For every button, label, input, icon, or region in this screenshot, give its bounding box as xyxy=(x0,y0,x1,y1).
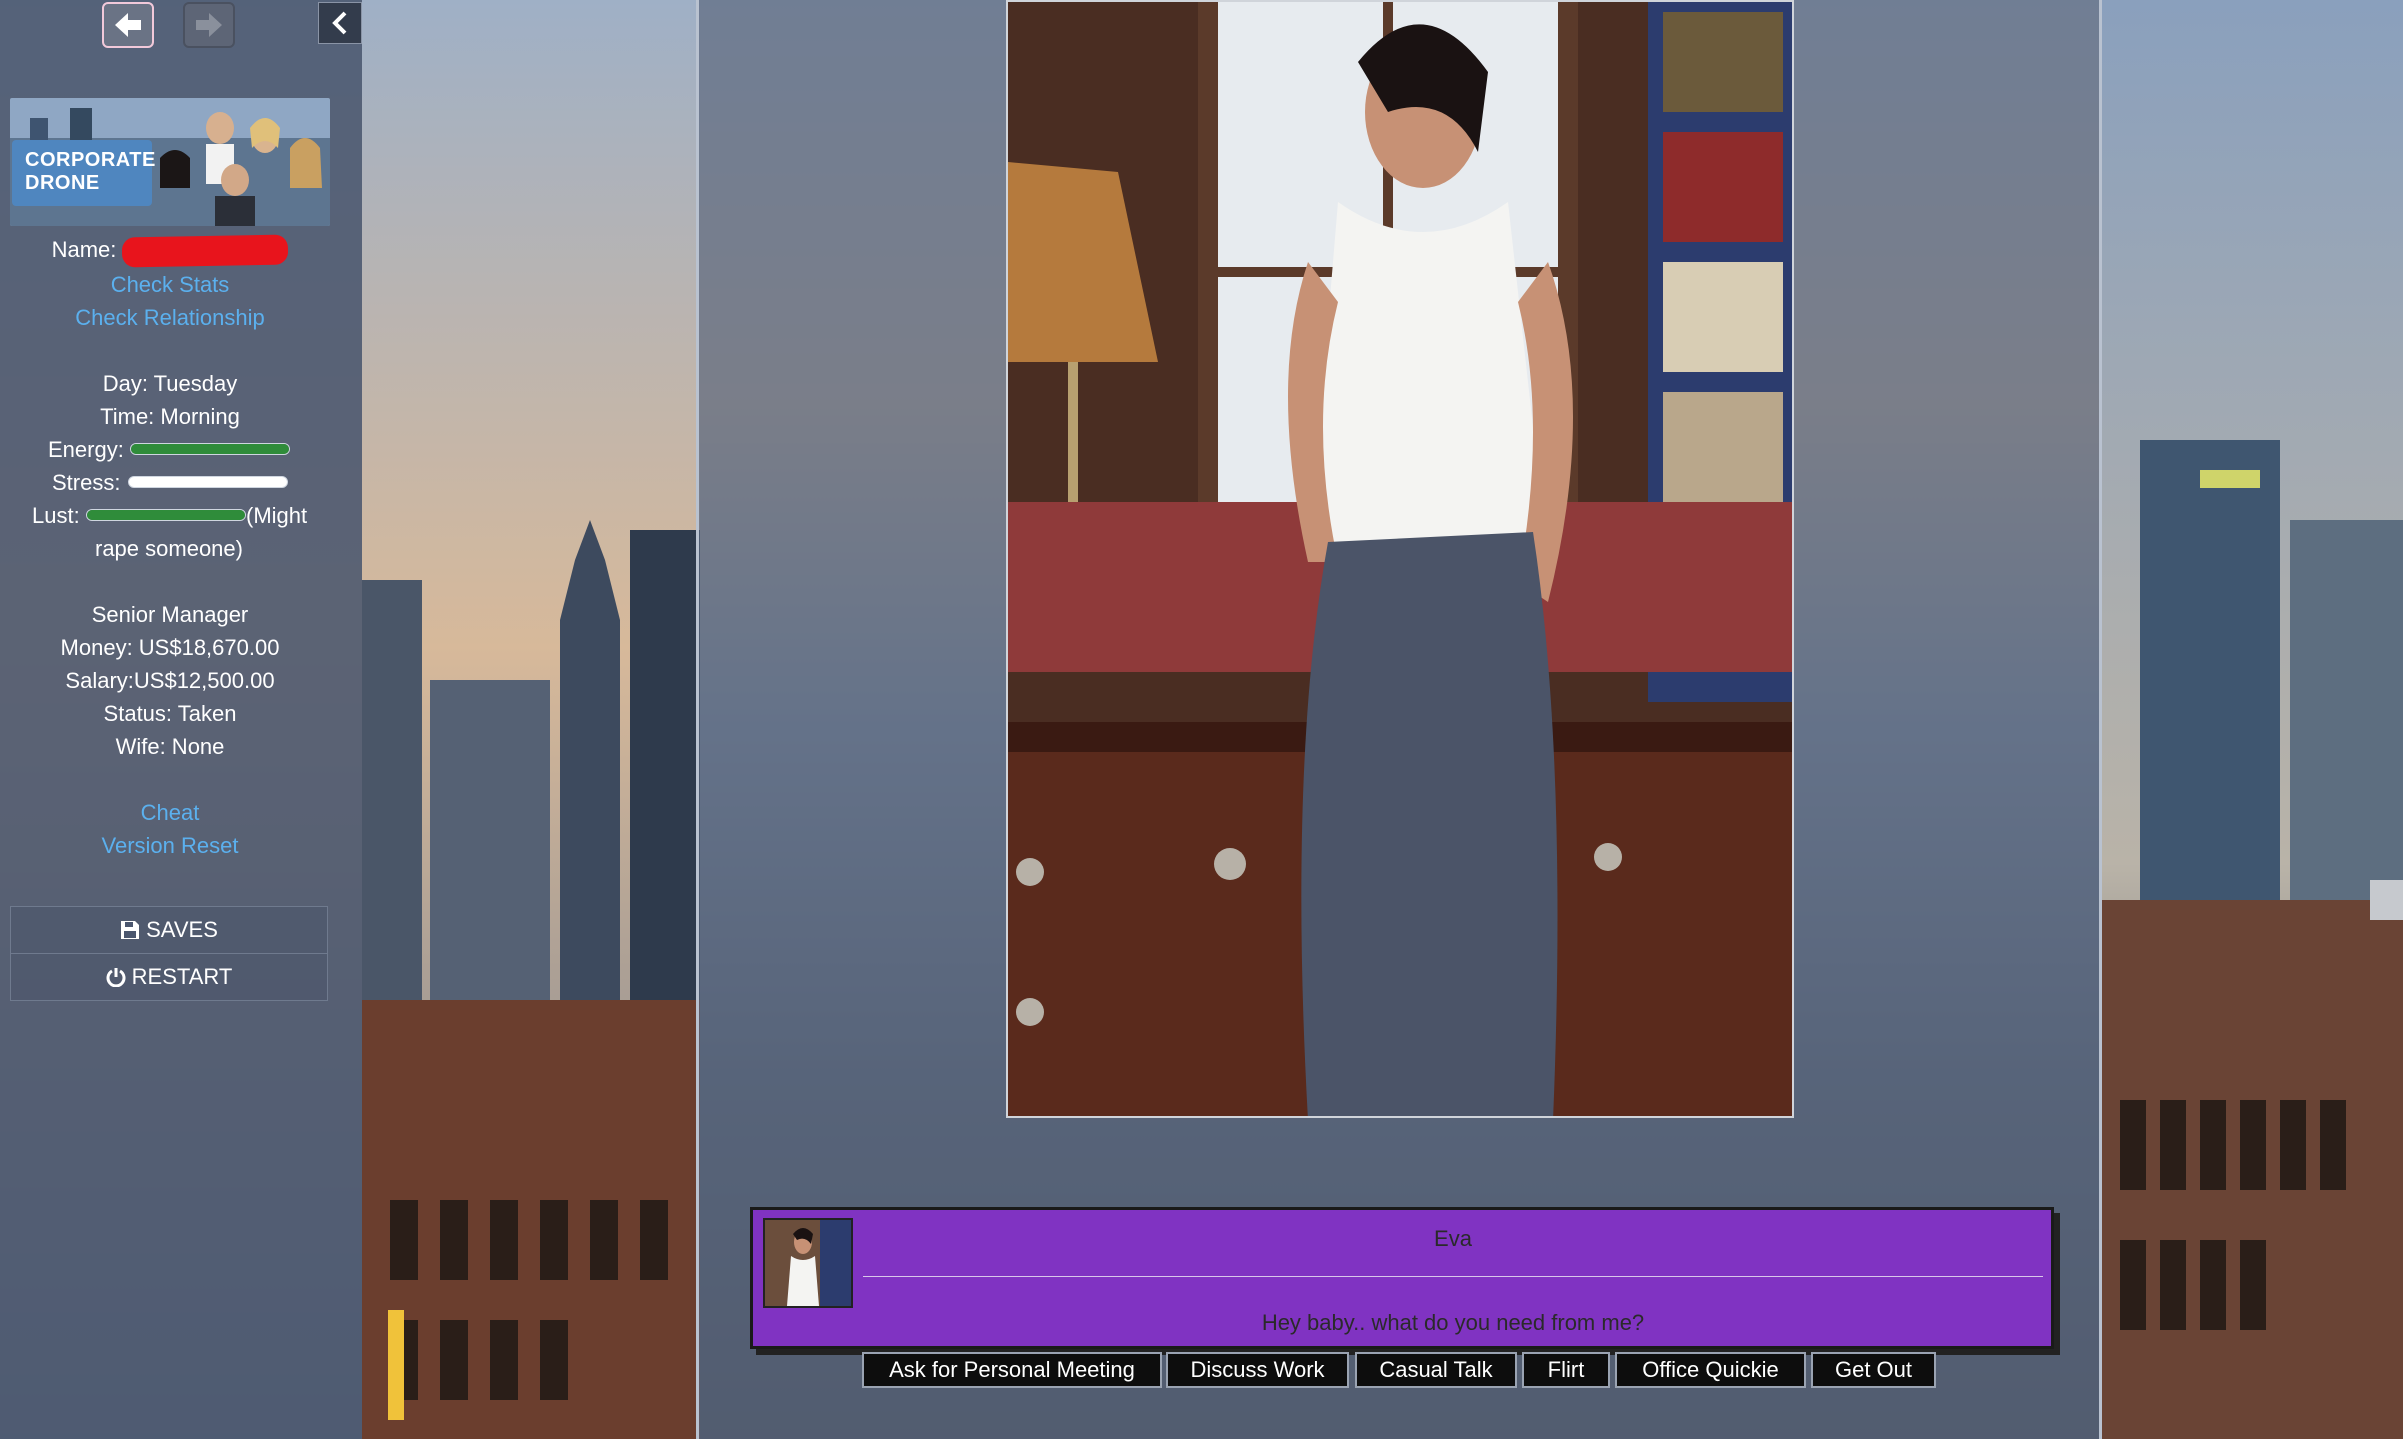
scene-image xyxy=(1006,0,1794,1118)
stress-label: Stress: xyxy=(52,470,121,495)
speaker-name: Eva xyxy=(1434,1226,1472,1251)
wife-status: Wife: None xyxy=(115,734,225,759)
choice-office-quickie[interactable]: Office Quickie xyxy=(1615,1352,1806,1388)
stress-meter xyxy=(128,476,288,488)
choice-discuss-work[interactable]: Discuss Work xyxy=(1166,1352,1349,1388)
saves-label: SAVES xyxy=(146,917,218,942)
restart-button[interactable]: RESTART xyxy=(10,953,328,1001)
logo-line-1: CORPORATE xyxy=(25,149,156,171)
time-label: Time: Morning xyxy=(100,404,240,429)
check-relationship-link[interactable]: Check Relationship xyxy=(0,305,340,331)
money-value: Money: US$18,670.00 xyxy=(60,635,280,660)
floppy-disk-icon xyxy=(121,921,140,939)
arrow-right-icon xyxy=(196,13,222,37)
power-icon xyxy=(106,968,126,987)
choice-ask-personal-meeting[interactable]: Ask for Personal Meeting xyxy=(862,1352,1162,1388)
game-logo: CORPORATE DRONE xyxy=(12,140,156,206)
job-title: Senior Manager xyxy=(91,602,249,627)
history-back-button[interactable] xyxy=(102,2,154,48)
arrow-left-icon xyxy=(115,13,141,37)
speaker-portrait xyxy=(763,1218,853,1308)
lust-label: Lust: xyxy=(32,503,80,528)
logo-line-2: DRONE xyxy=(25,172,100,194)
dialog-divider xyxy=(863,1276,2043,1277)
history-forward-button[interactable] xyxy=(183,2,235,48)
chevron-left-icon xyxy=(332,11,347,35)
day-label: Day: Tuesday xyxy=(102,371,238,396)
energy-meter xyxy=(130,443,290,455)
sidebar: CORPORATE DRONE Name: Check Stats Check … xyxy=(0,0,362,1439)
player-name-row: Name: xyxy=(0,234,340,268)
relationship-status: Status: Taken xyxy=(103,701,237,726)
salary-value: Salary:US$12,500.00 xyxy=(65,668,275,693)
check-stats-link[interactable]: Check Stats xyxy=(0,272,340,298)
energy-label: Energy: xyxy=(48,437,124,462)
choice-flirt[interactable]: Flirt xyxy=(1522,1352,1610,1388)
office-scene-illustration xyxy=(1008,2,1792,1116)
restart-label: RESTART xyxy=(131,964,233,989)
choice-casual-talk[interactable]: Casual Talk xyxy=(1355,1352,1517,1388)
sidebar-toggle-button[interactable] xyxy=(318,2,362,44)
dialog-box: Eva Hey baby.. what do you need from me? xyxy=(750,1207,2054,1349)
lust-meter xyxy=(86,509,246,521)
cheat-link[interactable]: Cheat xyxy=(0,800,340,826)
version-reset-link[interactable]: Version Reset xyxy=(0,833,340,859)
dialog-text: Hey baby.. what do you need from me? xyxy=(1261,1310,1645,1335)
energy-meter-fill xyxy=(131,444,289,454)
speaker-portrait-image xyxy=(765,1220,851,1306)
game-banner: CORPORATE DRONE xyxy=(10,98,330,226)
redacted-name xyxy=(122,234,289,268)
name-label: Name: xyxy=(51,236,117,262)
lust-note-continued: rape someone) xyxy=(95,536,243,561)
lust-note: (Might xyxy=(246,503,308,528)
choice-get-out[interactable]: Get Out xyxy=(1811,1352,1936,1388)
lust-meter-fill xyxy=(87,510,245,520)
saves-button[interactable]: SAVES xyxy=(10,906,328,954)
